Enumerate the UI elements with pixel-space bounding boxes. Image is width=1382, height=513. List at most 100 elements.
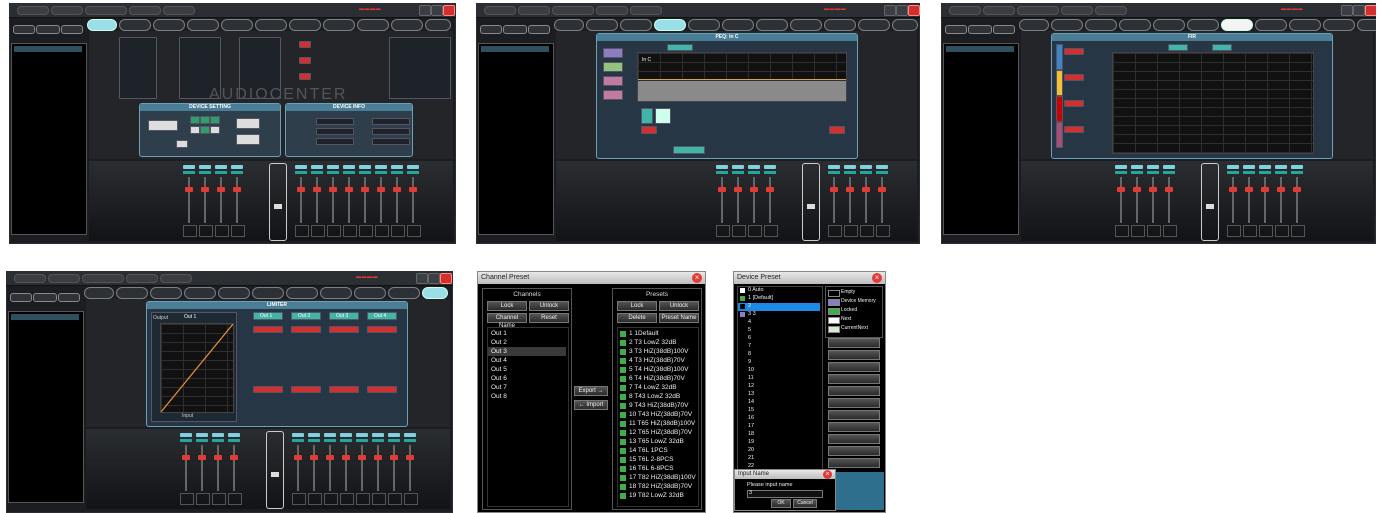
tab[interactable] (388, 287, 420, 299)
close-icon[interactable]: × (872, 273, 882, 283)
compressor-toggle[interactable] (253, 326, 283, 333)
output-fader[interactable] (828, 165, 842, 237)
bypass-button[interactable] (641, 126, 657, 134)
action-button[interactable] (236, 134, 260, 145)
input-fader[interactable] (228, 433, 242, 505)
menu-item[interactable] (17, 6, 49, 15)
channel-select[interactable] (603, 76, 623, 86)
menu-item[interactable] (85, 6, 127, 15)
tab[interactable] (1323, 19, 1355, 31)
preset-item[interactable]: 11 T65 HiZ(38dB)100V (629, 420, 695, 427)
limiter-toggle[interactable] (291, 386, 321, 393)
tab[interactable] (620, 19, 652, 31)
tab[interactable] (892, 19, 918, 31)
output-fader[interactable] (295, 165, 309, 237)
preset-item[interactable]: 3 T3 HiZ(38dB)100V (629, 348, 689, 355)
eq-curve-graph[interactable]: In C (637, 52, 847, 102)
menu-item[interactable] (126, 274, 158, 283)
device-action-button[interactable] (828, 386, 880, 396)
input-block[interactable] (119, 37, 157, 99)
channel-button[interactable] (1064, 126, 1084, 133)
limiter-toggle[interactable] (253, 386, 283, 393)
tab[interactable] (289, 19, 321, 31)
scan-button[interactable] (945, 25, 967, 34)
channel-button[interactable] (1064, 74, 1084, 81)
device-list[interactable] (8, 311, 84, 503)
minimize-button[interactable] (884, 5, 896, 16)
output-fader[interactable] (391, 165, 405, 237)
device-action-button[interactable] (828, 374, 880, 384)
minimize-button[interactable] (416, 273, 428, 284)
channel-button[interactable] (1064, 100, 1084, 107)
preset-item[interactable]: 6 T4 HiZ(38dB)70V (629, 375, 685, 382)
tab[interactable] (1153, 19, 1185, 31)
tab[interactable] (153, 19, 185, 31)
device-action-button[interactable] (828, 458, 880, 468)
menu-item[interactable] (1017, 6, 1059, 15)
tab[interactable] (218, 287, 250, 299)
import-button[interactable]: ← Import (574, 400, 608, 410)
preset-item[interactable]: 18 T82 HiZ(38dB)70V (629, 483, 692, 490)
tab[interactable] (1051, 19, 1083, 31)
channel-item[interactable]: Out 4 (491, 357, 507, 364)
lock-button[interactable] (148, 120, 178, 131)
device-preset-item[interactable]: 9 (738, 359, 820, 367)
preset-item[interactable]: 9 T43 HiZ(38dB)70V (629, 402, 689, 409)
out-column-header[interactable]: Out 1 (253, 312, 283, 320)
cancel-button[interactable]: Cancel (793, 499, 817, 508)
output-fader[interactable] (1291, 165, 1305, 237)
device-preset-item[interactable]: 13 (738, 391, 820, 399)
preset-item[interactable]: 5 T4 HiZ(38dB)100V (629, 366, 689, 373)
tab-fir[interactable] (1221, 19, 1253, 31)
tab[interactable] (756, 19, 788, 31)
preset-item[interactable]: 1 1Default (629, 330, 659, 337)
menu-item[interactable] (160, 274, 192, 283)
menu-item[interactable] (596, 6, 628, 15)
out-column-header[interactable]: Out 3 (329, 312, 359, 320)
channel-item[interactable]: Out 2 (491, 339, 507, 346)
menu-item[interactable] (949, 6, 981, 15)
device-preset-item[interactable]: 14 (738, 399, 820, 407)
device-action-button[interactable] (828, 422, 880, 432)
scan-button[interactable] (480, 25, 502, 34)
output-fader[interactable] (308, 433, 322, 505)
output-fader[interactable] (860, 165, 874, 237)
minimize-button[interactable] (419, 5, 431, 16)
master-volume[interactable] (802, 163, 820, 241)
key-button[interactable] (210, 116, 220, 124)
menu-item[interactable] (163, 6, 195, 15)
mode-button[interactable] (1168, 44, 1188, 51)
device-preset-item[interactable]: 3 3 (738, 311, 820, 319)
reset-button[interactable]: Reset (529, 313, 569, 323)
input-fader[interactable] (1131, 165, 1145, 237)
tab[interactable] (320, 287, 352, 299)
tab[interactable] (357, 19, 389, 31)
tab[interactable] (354, 287, 386, 299)
tab[interactable] (286, 287, 318, 299)
compressor-toggle[interactable] (329, 326, 359, 333)
channel-item[interactable]: Out 8 (491, 393, 507, 400)
channel-lock-button[interactable]: Lock (487, 301, 527, 311)
tab[interactable] (119, 19, 151, 31)
type-select[interactable] (673, 146, 705, 154)
device-action-button[interactable] (828, 446, 880, 456)
tab-peq[interactable] (654, 19, 686, 31)
tab[interactable] (323, 19, 355, 31)
channel-unlock-button[interactable]: Unlock (529, 301, 569, 311)
menu-item[interactable] (983, 6, 1015, 15)
device-action-button[interactable] (828, 362, 880, 372)
menu-item[interactable] (51, 6, 83, 15)
preset-item[interactable]: 7 T4 LowZ 32dB (629, 384, 677, 391)
device-preset-item[interactable]: 19 (738, 439, 820, 447)
device-action-button[interactable] (828, 350, 880, 360)
preset-item[interactable]: 2 T3 LowZ 32dB (629, 339, 677, 346)
device-preset-item[interactable]: 12 (738, 383, 820, 391)
tab[interactable] (688, 19, 720, 31)
preset-item[interactable]: 10 T43 HiZ(38dB)70V (629, 411, 692, 418)
output-fader[interactable] (844, 165, 858, 237)
device-preset-item[interactable]: 15 (738, 407, 820, 415)
close-button[interactable] (908, 5, 920, 16)
tab[interactable] (790, 19, 822, 31)
limiter-toggle[interactable] (329, 386, 359, 393)
input-fader[interactable] (1163, 165, 1177, 237)
